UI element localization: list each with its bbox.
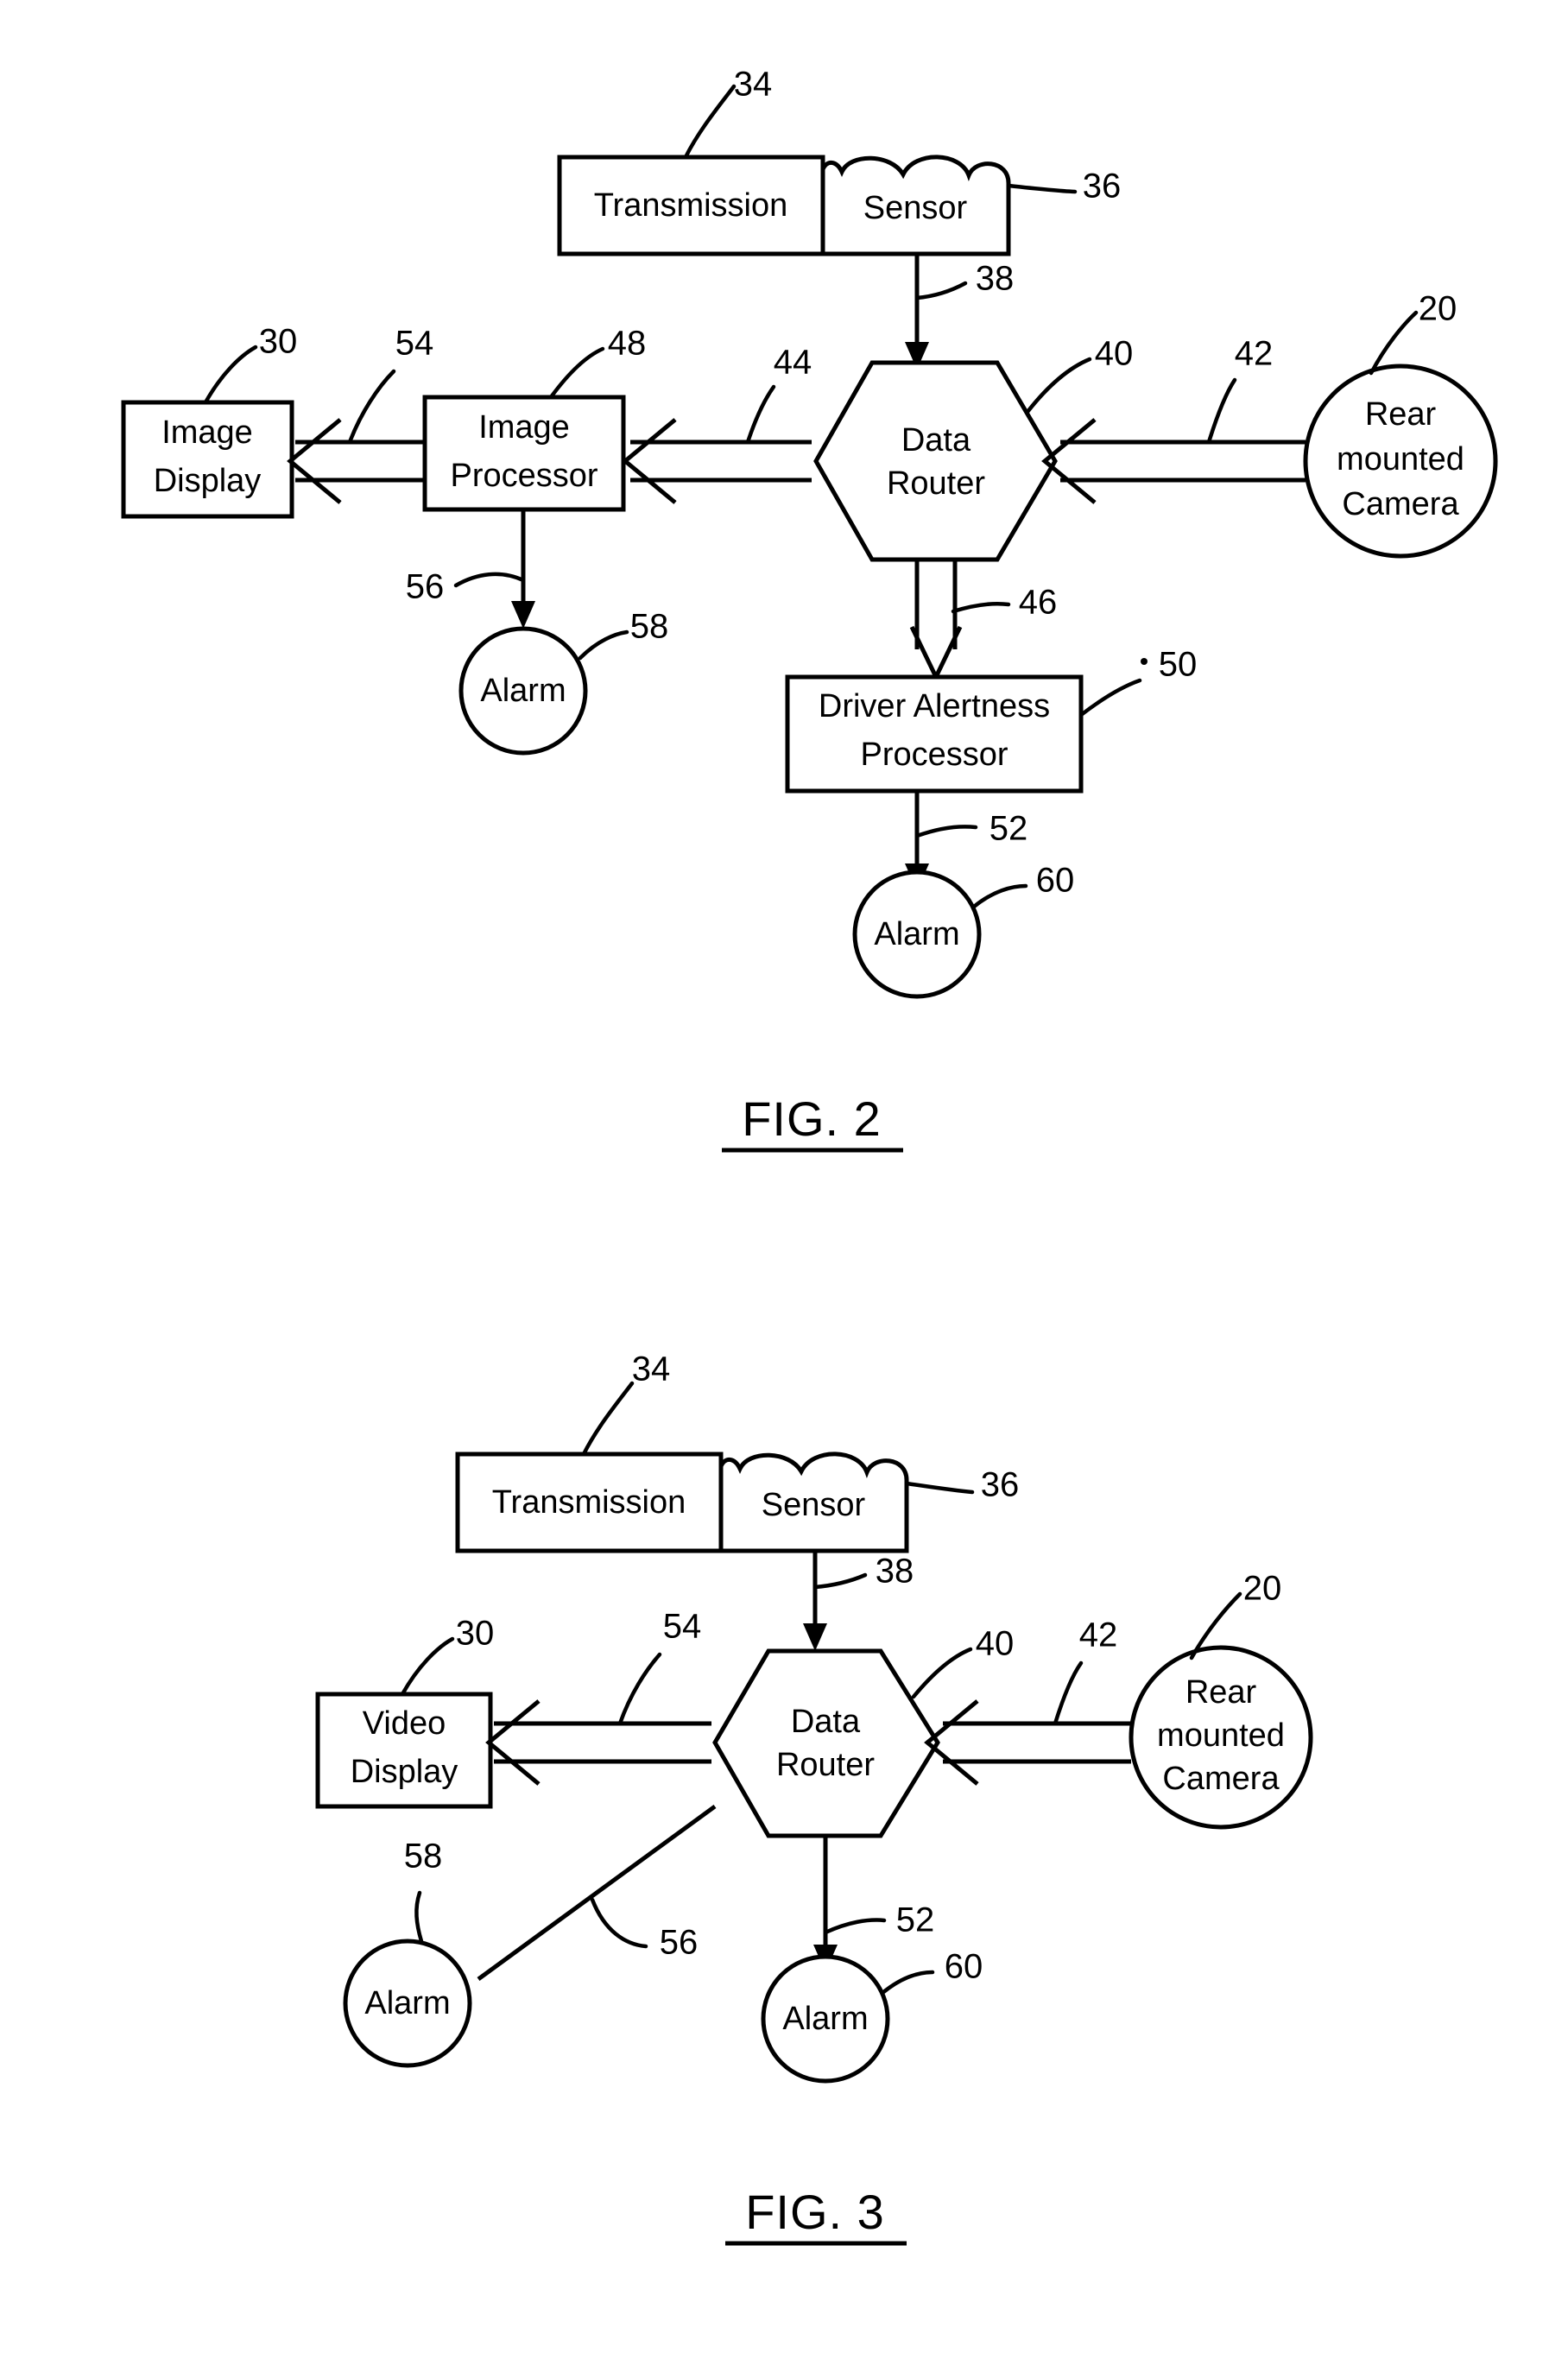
fig3-leader-36 [904,1481,975,1495]
fig2-conn-54-arrowhead [287,418,342,504]
fig3-leader-54 [617,1652,662,1726]
fig2-leader-50-dot [1141,658,1148,665]
fig2-leader-36 [1006,183,1078,194]
fig2-driver-alertness-label-line1: Driver Alertness [819,688,1050,724]
fig3-rear-camera-label-line2: mounted [1157,1717,1285,1754]
fig2-ref-44: 44 [774,344,812,382]
fig2-leader-38 [914,281,968,300]
fig3-leader-56 [590,1897,648,1949]
fig3-ref-20: 20 [1243,1570,1282,1608]
patent-drawing-page: Transmission Sensor 34 36 38 Data Router… [0,0,1568,2372]
fig3-ref-38: 38 [876,1553,914,1591]
fig2-leader-42 [1206,377,1237,445]
fig3-leader-34 [581,1381,635,1457]
fig3-alarm-58-label: Alarm [364,1985,450,2021]
fig2-image-processor-label-line2: Processor [450,458,597,494]
fig3-ref-34: 34 [632,1350,671,1388]
patent-figures-svg: Transmission Sensor 34 36 38 Data Router… [121,66,1498,2246]
fig2-leader-20 [1369,310,1419,376]
fig3-leader-30 [400,1636,455,1697]
fig2-leader-48 [548,346,605,400]
fig3-conn-54-arrowhead [485,1699,541,1786]
fig2-ref-46: 46 [1019,584,1058,622]
figure-3: Transmission Sensor 34 36 38 Data Router… [315,1350,1313,2246]
fig2-leader-54 [347,369,396,445]
fig2-rear-camera-label-line3: Camera [1342,486,1459,522]
fig2-caption: FIG. 2 [742,1091,882,1146]
fig3-ref-36: 36 [981,1466,1020,1504]
fig2-ref-52: 52 [989,810,1028,848]
fig2-ref-50: 50 [1159,646,1198,684]
fig3-ref-42: 42 [1079,1616,1118,1654]
fig3-transmission-label: Transmission [492,1484,686,1521]
fig2-leader-56 [453,572,526,588]
fig2-sensor-label: Sensor [863,190,968,226]
fig3-rear-camera-label-line3: Camera [1162,1761,1280,1797]
fig2-leader-60 [971,883,1028,909]
fig2-ref-34: 34 [734,66,773,104]
fig2-leader-46 [951,602,1011,614]
fig2-alarm-58-label: Alarm [480,673,566,709]
figure-2: Transmission Sensor 34 36 38 Data Router… [121,66,1498,1153]
fig2-leader-58 [578,629,629,661]
fig2-leader-52 [914,825,978,838]
fig3-leader-38 [812,1572,868,1590]
fig2-leader-40 [1025,357,1092,414]
fig2-ref-60: 60 [1036,862,1075,900]
fig3-alarm-60-label: Alarm [782,2001,868,2037]
fig3-conn-38-arrowhead [803,1623,827,1651]
fig2-ref-48: 48 [608,325,647,363]
fig2-leader-50 [1078,678,1142,718]
fig3-leader-52 [823,1918,887,1935]
fig2-image-display-label-line2: Display [154,463,262,499]
fig3-leader-42 [1053,1660,1084,1726]
fig2-data-router-label-line2: Router [887,465,985,502]
fig2-leader-34 [683,84,737,160]
fig3-ref-54: 54 [663,1608,702,1646]
fig3-sensor-label: Sensor [762,1487,866,1523]
fig3-video-display-label-line2: Display [351,1754,458,1790]
fig3-rear-camera-label-line1: Rear [1185,1674,1257,1711]
fig3-ref-58: 58 [404,1838,443,1875]
fig2-driver-alertness-label-line2: Processor [860,737,1008,773]
fig2-conn-56-arrowhead [511,601,535,629]
fig2-ref-30: 30 [259,323,298,361]
fig3-ref-52: 52 [896,1901,935,1939]
fig2-ref-36: 36 [1083,168,1122,206]
fig2-leader-44 [745,384,776,445]
fig2-leader-30 [203,345,258,405]
fig2-rear-camera-label-line2: mounted [1337,441,1464,478]
fig2-ref-58: 58 [630,608,669,646]
fig2-image-processor-label-line1: Image [478,409,570,446]
fig3-caption: FIG. 3 [745,2185,885,2239]
fig3-data-router-hexagon [712,1648,940,1838]
fig3-ref-40: 40 [976,1625,1015,1663]
fig3-leader-40 [911,1647,973,1699]
fig2-transmission-label: Transmission [594,187,788,224]
fig3-leader-58 [414,1890,424,1944]
fig2-data-router-label-line1: Data [901,422,971,459]
fig2-ref-56: 56 [406,568,445,606]
fig3-video-display-label-line1: Video [363,1705,446,1742]
fig3-data-router-label-line2: Router [776,1747,875,1783]
fig2-ref-38: 38 [976,260,1015,298]
fig3-leader-60 [880,1970,935,1996]
fig3-data-router-label-line1: Data [791,1704,861,1740]
fig3-ref-60: 60 [945,1948,983,1986]
fig2-rear-camera-label-line1: Rear [1365,396,1437,433]
fig2-ref-42: 42 [1235,335,1274,373]
fig2-ref-20: 20 [1419,290,1457,328]
fig2-image-display-label-line1: Image [161,414,253,451]
fig2-ref-40: 40 [1095,335,1134,373]
fig3-ref-30: 30 [456,1615,495,1653]
fig2-alarm-60-label: Alarm [874,916,959,952]
fig3-ref-56: 56 [660,1924,699,1962]
fig2-conn-44-arrowhead [622,418,677,504]
fig2-data-router-hexagon [813,360,1058,562]
fig2-ref-54: 54 [395,325,434,363]
